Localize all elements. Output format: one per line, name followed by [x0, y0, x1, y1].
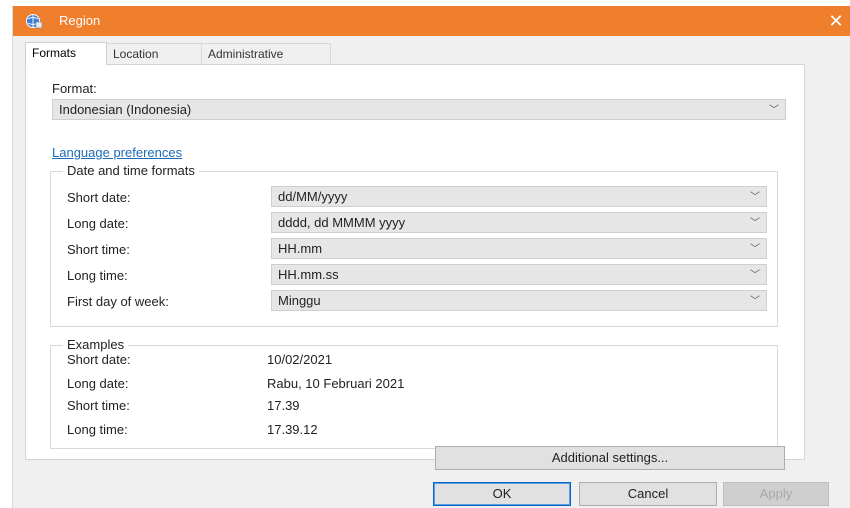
long-date-select[interactable]: dddd, dd MMMM yyyy ﹀ — [271, 212, 767, 233]
chevron-down-icon: ﹀ — [750, 218, 760, 229]
format-value: Indonesian (Indonesia) — [59, 102, 192, 117]
title-bar: Region ✕ — [13, 6, 850, 36]
chevron-down-icon: ﹀ — [750, 244, 760, 255]
additional-settings-button[interactable]: Additional settings... — [435, 446, 785, 470]
long-date-label: Long date: — [67, 216, 129, 231]
first-day-select[interactable]: Minggu ﹀ — [271, 290, 767, 311]
window-title: Region — [59, 13, 101, 28]
region-dialog: Region ✕ Formats Location Administrative… — [12, 6, 850, 508]
apply-button[interactable]: Apply — [723, 482, 829, 506]
long-date-value: dddd, dd MMMM yyyy — [278, 215, 406, 230]
chevron-down-icon: ﹀ — [769, 105, 779, 116]
example-short-date-label: Short date: — [67, 352, 131, 367]
date-time-formats-legend: Date and time formats — [63, 163, 199, 178]
example-long-date-value: Rabu, 10 Februari 2021 — [267, 376, 405, 391]
first-day-value: Minggu — [278, 293, 321, 308]
globe-icon — [26, 14, 43, 29]
example-short-time-label: Short time: — [67, 398, 130, 413]
cancel-button[interactable]: Cancel — [579, 482, 717, 506]
short-date-select[interactable]: dd/MM/yyyy ﹀ — [271, 186, 767, 207]
long-time-label: Long time: — [67, 268, 128, 283]
example-short-date-value: 10/02/2021 — [267, 352, 333, 367]
short-date-label: Short date: — [67, 190, 131, 205]
first-day-label: First day of week: — [67, 294, 169, 309]
format-select[interactable]: Indonesian (Indonesia) ﹀ — [52, 99, 786, 120]
example-short-time-value: 17.39 — [267, 398, 300, 413]
tab-location[interactable]: Location — [106, 43, 202, 64]
chevron-down-icon: ﹀ — [750, 270, 760, 281]
short-date-value: dd/MM/yyyy — [278, 189, 348, 204]
long-time-select[interactable]: HH.mm.ss ﹀ — [271, 264, 767, 285]
formats-panel: Format: Indonesian (Indonesia) ﹀ Languag… — [25, 64, 805, 460]
examples-group: Examples Short date: 10/02/2021 Long dat… — [50, 337, 778, 449]
format-label: Format: — [52, 81, 97, 96]
short-time-value: HH.mm — [278, 241, 323, 256]
example-long-time-label: Long time: — [67, 422, 128, 437]
close-button[interactable]: ✕ — [825, 10, 847, 32]
examples-legend: Examples — [63, 337, 129, 352]
tab-formats[interactable]: Formats — [25, 42, 107, 65]
language-preferences-link[interactable]: Language preferences — [52, 145, 182, 160]
tab-administrative[interactable]: Administrative — [201, 43, 331, 64]
ok-button[interactable]: OK — [433, 482, 571, 506]
long-time-value: HH.mm.ss — [278, 267, 339, 282]
short-time-select[interactable]: HH.mm ﹀ — [271, 238, 767, 259]
date-time-formats-group: Date and time formats Short date: dd/MM/… — [50, 163, 778, 327]
chevron-down-icon: ﹀ — [750, 192, 760, 203]
example-long-date-label: Long date: — [67, 376, 129, 391]
example-long-time-value: 17.39.12 — [267, 422, 318, 437]
short-time-label: Short time: — [67, 242, 130, 257]
chevron-down-icon: ﹀ — [750, 296, 760, 307]
